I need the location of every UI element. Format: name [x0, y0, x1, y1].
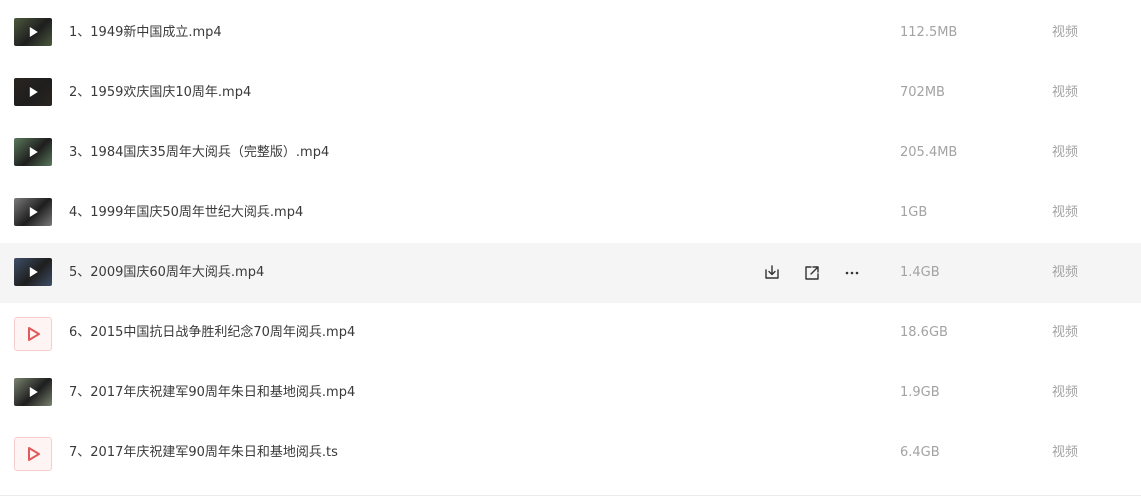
file-name[interactable]: 2、1959欢庆国庆10周年.mp4 [69, 63, 251, 123]
file-type: 视频 [1052, 445, 1079, 460]
file-list: 1、1949新中国成立.mp4 112.5MB 视频 2、1959欢庆国庆10周年.m… [0, 0, 1141, 502]
file-size: 6.4GB [900, 445, 940, 460]
file-name[interactable]: 7、2017年庆祝建军90周年朱日和基地阅兵.ts [69, 423, 338, 483]
play-icon [29, 147, 38, 157]
file-row[interactable]: 5、2009国庆60周年大阅兵.mp4 1.4GB 视频 [0, 243, 1141, 303]
file-type: 视频 [1052, 385, 1079, 400]
file-size: 18.6GB [900, 325, 948, 340]
more-icon[interactable] [842, 263, 862, 283]
file-name[interactable]: 6、2015中国抗日战争胜利纪念70周年阅兵.mp4 [69, 303, 355, 363]
share-icon[interactable] [802, 263, 822, 283]
file-name[interactable]: 7、2017年庆祝建军90周年朱日和基地阅兵.mp4 [69, 363, 355, 423]
file-row[interactable]: 7、2017年庆祝建军90周年朱日和基地阅兵.ts 6.4GB 视频 [0, 423, 1141, 483]
file-size: 1.4GB [900, 265, 940, 280]
play-icon [29, 87, 38, 97]
file-type: 视频 [1052, 265, 1079, 280]
file-row[interactable]: 7、2017年庆祝建军90周年朱日和基地阅兵.mp4 1.9GB 视频 [0, 363, 1141, 423]
video-thumbnail[interactable] [14, 378, 52, 406]
file-type: 视频 [1052, 25, 1079, 40]
file-size: 702MB [900, 85, 945, 100]
play-icon [28, 327, 40, 341]
file-row[interactable]: 2、1959欢庆国庆10周年.mp4 702MB 视频 [0, 63, 1141, 123]
video-file-icon[interactable] [14, 437, 52, 471]
video-thumbnail[interactable] [14, 198, 52, 226]
file-row[interactable]: 6、2015中国抗日战争胜利纪念70周年阅兵.mp4 18.6GB 视频 [0, 303, 1141, 363]
video-thumbnail[interactable] [14, 78, 52, 106]
file-row[interactable]: 4、1999年国庆50周年世纪大阅兵.mp4 1GB 视频 [0, 183, 1141, 243]
download-icon[interactable] [762, 263, 782, 283]
file-name[interactable]: 5、2009国庆60周年大阅兵.mp4 [69, 243, 264, 303]
file-size: 205.4MB [900, 145, 958, 160]
play-icon [29, 207, 38, 217]
file-size: 1GB [900, 205, 928, 220]
play-icon [29, 27, 38, 37]
file-type: 视频 [1052, 325, 1079, 340]
file-name[interactable]: 1、1949新中国成立.mp4 [69, 3, 222, 63]
video-thumbnail[interactable] [14, 138, 52, 166]
play-icon [29, 387, 38, 397]
video-thumbnail[interactable] [14, 258, 52, 286]
file-type: 视频 [1052, 145, 1079, 160]
file-size: 1.9GB [900, 385, 940, 400]
list-divider [0, 495, 1141, 496]
file-name[interactable]: 4、1999年国庆50周年世纪大阅兵.mp4 [69, 183, 303, 243]
file-size: 112.5MB [900, 25, 958, 40]
video-file-icon[interactable] [14, 317, 52, 351]
file-type: 视频 [1052, 85, 1079, 100]
play-icon [28, 447, 40, 461]
video-thumbnail[interactable] [14, 18, 52, 46]
file-type: 视频 [1052, 205, 1079, 220]
file-row[interactable]: 1、1949新中国成立.mp4 112.5MB 视频 [0, 3, 1141, 63]
file-row[interactable]: 3、1984国庆35周年大阅兵（完整版）.mp4 205.4MB 视频 [0, 123, 1141, 183]
play-icon [29, 267, 38, 277]
file-name[interactable]: 3、1984国庆35周年大阅兵（完整版）.mp4 [69, 123, 329, 183]
